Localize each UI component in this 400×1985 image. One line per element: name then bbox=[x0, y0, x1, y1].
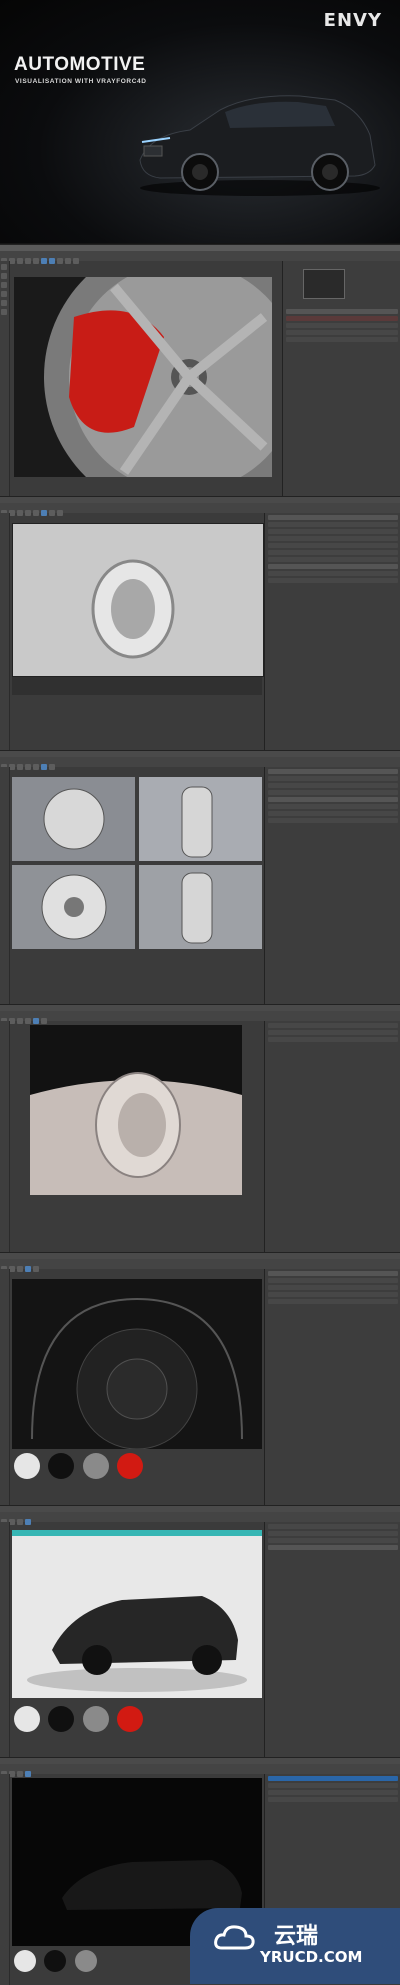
material-manager bbox=[12, 1451, 212, 1481]
render-thumbnail[interactable] bbox=[303, 269, 345, 299]
attributes-panel bbox=[264, 513, 400, 750]
viewport-tyre[interactable] bbox=[12, 523, 264, 677]
car-image bbox=[139, 95, 380, 196]
material-red[interactable] bbox=[117, 1453, 144, 1479]
screenshot-wheel-render bbox=[0, 1004, 400, 1252]
hero-subtitle: VISUALISATION WITH VRAYFORC4D bbox=[15, 78, 147, 85]
hero-title: AUTOMOTIVE bbox=[14, 54, 146, 75]
watermark-domain: YRUCD.COM bbox=[260, 1948, 363, 1966]
screenshot-picture-viewer: Picture Viewer bbox=[0, 244, 400, 496]
viewport-car[interactable] bbox=[12, 1530, 262, 1698]
material-white[interactable] bbox=[14, 1453, 40, 1479]
viewport-wireframe[interactable] bbox=[12, 1279, 262, 1449]
main-toolbar bbox=[0, 503, 400, 516]
screenshot-wireframe bbox=[0, 1252, 400, 1505]
screenshot-tyre-model bbox=[0, 496, 400, 750]
quad-viewport[interactable] bbox=[12, 777, 262, 949]
screenshot-wheel-views bbox=[0, 750, 400, 1004]
picture-viewer-sidebar bbox=[282, 261, 400, 496]
material-manager bbox=[12, 1948, 152, 1978]
viewport-wheel[interactable] bbox=[30, 1025, 242, 1195]
timeline[interactable] bbox=[12, 677, 262, 695]
material-chrome[interactable] bbox=[82, 1453, 109, 1479]
screenshot-car-scene bbox=[0, 1505, 400, 1757]
attributes-panel bbox=[264, 767, 400, 1004]
main-toolbar bbox=[0, 251, 400, 264]
left-toolbar[interactable] bbox=[0, 261, 10, 496]
render-wheel-brake bbox=[14, 277, 272, 477]
cloud-icon bbox=[214, 1925, 255, 1950]
material-black[interactable] bbox=[48, 1453, 75, 1479]
material-manager bbox=[12, 1704, 212, 1734]
watermark-chinese: 云瑞 bbox=[274, 1924, 319, 1949]
hero-banner: ENVY AUTOMOTIVE VISUALISATION WITH VRAYF… bbox=[0, 0, 400, 243]
brand-logo: ENVY bbox=[323, 10, 382, 31]
